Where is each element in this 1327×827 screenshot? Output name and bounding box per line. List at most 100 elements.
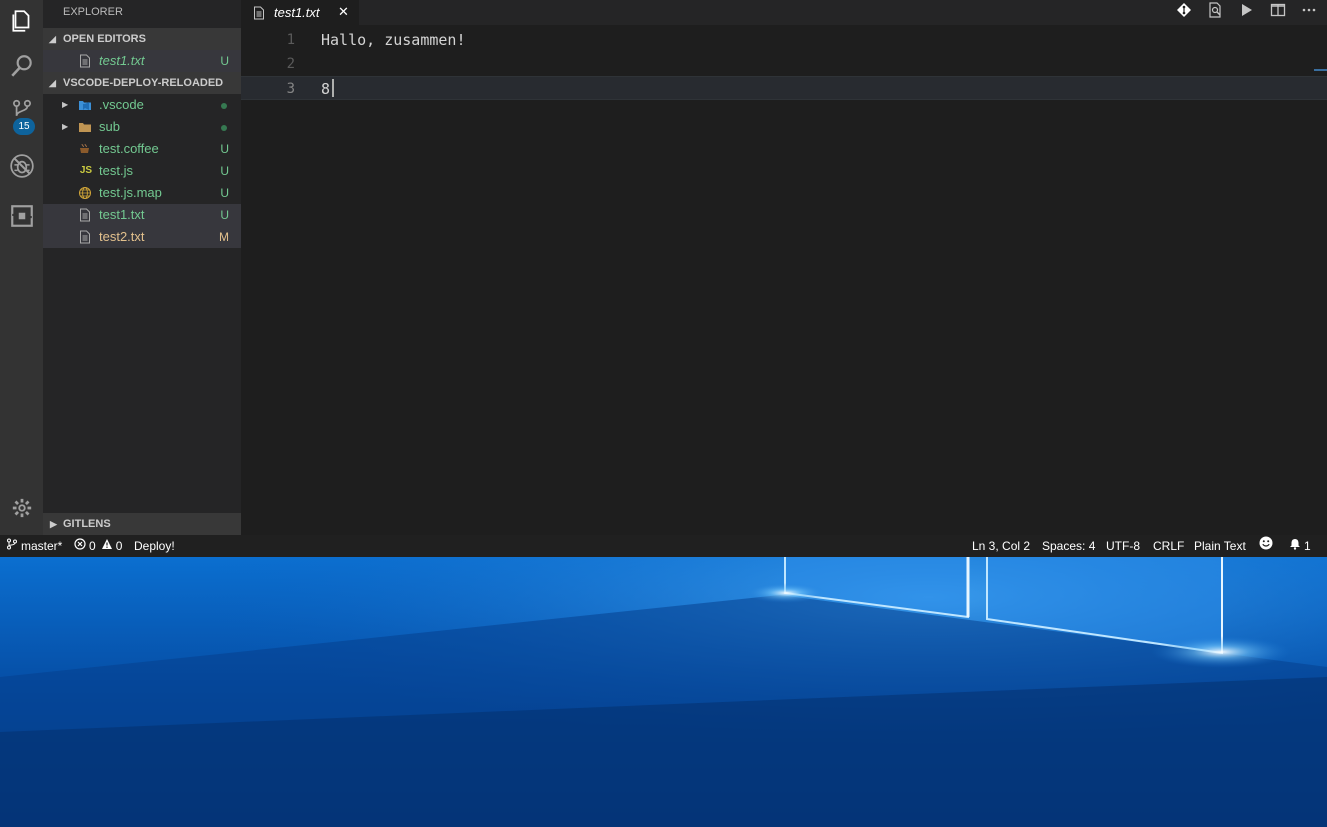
git-status-badge: U xyxy=(220,164,229,178)
git-status-badge: U xyxy=(220,54,229,68)
feedback-button[interactable] xyxy=(1259,535,1276,557)
activity-bar: 15 xyxy=(0,0,43,535)
text-cursor xyxy=(332,79,334,97)
chevron-down-icon: ◢ xyxy=(49,34,56,44)
settings-activity-button[interactable] xyxy=(0,487,43,533)
tree-folder-sub[interactable]: ▶ sub xyxy=(43,116,241,138)
warning-count: 0 xyxy=(115,539,123,553)
tree-item-name: test1.txt xyxy=(99,207,145,222)
coffee-icon xyxy=(78,142,92,156)
debug-activity-button[interactable] xyxy=(0,145,43,191)
editor-tab-bar: test1.txt ✕ xyxy=(241,0,1327,25)
explorer-title: EXPLORER xyxy=(63,6,123,18)
desktop-wallpaper xyxy=(0,557,1327,827)
files-icon xyxy=(9,8,35,38)
tree-item-name: sub xyxy=(99,119,120,134)
search-activity-button[interactable] xyxy=(0,45,43,91)
warning-icon xyxy=(101,535,116,557)
error-count: 0 xyxy=(89,539,96,553)
extensions-activity-button[interactable] xyxy=(0,195,43,241)
tree-item-name: test.coffee xyxy=(99,141,159,156)
editor-line-current: 3 8 xyxy=(241,76,1327,100)
workspace-label: VSCODE-DEPLOY-RELOADED xyxy=(63,77,224,89)
branch-name: master* xyxy=(21,539,63,553)
encoding-status[interactable]: UTF-8 xyxy=(1106,535,1140,557)
file-icon xyxy=(78,230,92,244)
notifications-button[interactable]: 1 xyxy=(1289,535,1311,557)
git-compare-button[interactable] xyxy=(1172,1,1196,23)
chevron-down-icon: ◢ xyxy=(49,78,56,88)
modified-dot-icon xyxy=(221,125,227,131)
open-preview-icon xyxy=(1207,2,1223,22)
git-branch-icon xyxy=(6,535,21,557)
open-editors-header[interactable]: ◢ OPEN EDITORS xyxy=(43,28,241,50)
cursor-position-status[interactable]: Ln 3, Col 2 xyxy=(972,535,1030,557)
js-icon-label: JS xyxy=(79,165,93,176)
debug-icon xyxy=(9,153,35,183)
open-editor-name: test1.txt xyxy=(99,53,145,68)
problems-status[interactable]: 0 0 xyxy=(74,535,122,557)
gitlens-label: GITLENS xyxy=(63,518,111,530)
tab-label: test1.txt xyxy=(274,5,320,20)
js-icon: JS xyxy=(77,164,95,178)
explorer-activity-button[interactable] xyxy=(0,0,43,46)
language-mode-status[interactable]: Plain Text xyxy=(1194,535,1246,557)
line-text: 8 xyxy=(321,80,331,98)
line-text: Hallo, zusammen! xyxy=(321,31,466,49)
bell-icon xyxy=(1289,535,1304,557)
open-editor-item[interactable]: test1.txt U xyxy=(43,50,241,72)
line-number: 2 xyxy=(286,56,295,72)
more-icon xyxy=(1301,2,1317,22)
git-status-badge: U xyxy=(220,186,229,200)
explorer-sidebar: EXPLORER ◢ OPEN EDITORS test1.txt U ◢ VS… xyxy=(43,0,241,535)
text-editor[interactable]: 1 Hallo, zusammen! 2 3 8 xyxy=(241,25,1327,535)
globe-icon xyxy=(78,186,92,200)
git-status-badge: U xyxy=(220,142,229,156)
tree-item-name: test.js xyxy=(99,163,133,178)
tree-file-test1-txt[interactable]: test1.txt U xyxy=(43,204,241,226)
close-icon[interactable]: ✕ xyxy=(338,0,349,25)
run-icon xyxy=(1238,2,1254,22)
modified-dot-icon xyxy=(221,103,227,109)
status-bar: master* 0 0 Deploy! Ln 3, Col 2 Spaces: … xyxy=(0,535,1327,557)
line-number: 3 xyxy=(286,81,295,97)
split-editor-button[interactable] xyxy=(1266,1,1290,23)
folder-icon xyxy=(78,120,92,134)
git-status-badge: U xyxy=(220,208,229,222)
tree-item-name: test.js.map xyxy=(99,185,162,200)
branch-status[interactable]: master* xyxy=(6,535,62,557)
error-icon xyxy=(74,535,89,557)
scm-count-badge: 15 xyxy=(13,118,35,135)
wallpaper-image xyxy=(0,557,1327,827)
overview-ruler-mark xyxy=(1314,69,1327,71)
gitlens-header[interactable]: ▶ GITLENS xyxy=(43,513,241,535)
more-actions-button[interactable] xyxy=(1297,1,1321,23)
notification-count: 1 xyxy=(1304,539,1311,553)
run-button[interactable] xyxy=(1234,1,1258,23)
tree-folder-vscode[interactable]: ▶ .vscode xyxy=(43,94,241,116)
workspace-header[interactable]: ◢ VSCODE-DEPLOY-RELOADED xyxy=(43,72,241,94)
vscode-window: 15 EXPLORER ◢ OPEN EDITORS test1.txt U ◢… xyxy=(0,0,1327,557)
search-icon xyxy=(9,53,35,83)
split-editor-icon xyxy=(1270,2,1286,22)
indentation-status[interactable]: Spaces: 4 xyxy=(1042,535,1095,557)
chevron-right-icon: ▶ xyxy=(62,122,69,131)
eol-status[interactable]: CRLF xyxy=(1153,535,1184,557)
file-icon xyxy=(78,208,92,222)
editor-line: 1 Hallo, zusammen! xyxy=(241,28,1327,52)
tab-test1-txt[interactable]: test1.txt ✕ xyxy=(241,0,359,25)
open-preview-button[interactable] xyxy=(1203,1,1227,23)
extensions-icon xyxy=(9,203,35,233)
editor-line: 2 xyxy=(241,52,1327,76)
git-compare-icon xyxy=(1176,2,1192,22)
tree-file-test-js-map[interactable]: test.js.map U xyxy=(43,182,241,204)
tree-file-test-coffee[interactable]: test.coffee U xyxy=(43,138,241,160)
deploy-button[interactable]: Deploy! xyxy=(134,535,175,557)
smiley-icon xyxy=(1259,535,1276,557)
gear-icon xyxy=(11,497,33,523)
tree-file-test2-txt[interactable]: test2.txt M xyxy=(43,226,241,248)
tree-file-test-js[interactable]: JS test.js U xyxy=(43,160,241,182)
open-editors-label: OPEN EDITORS xyxy=(63,33,146,45)
file-icon xyxy=(78,54,92,68)
git-status-badge: M xyxy=(219,230,229,244)
